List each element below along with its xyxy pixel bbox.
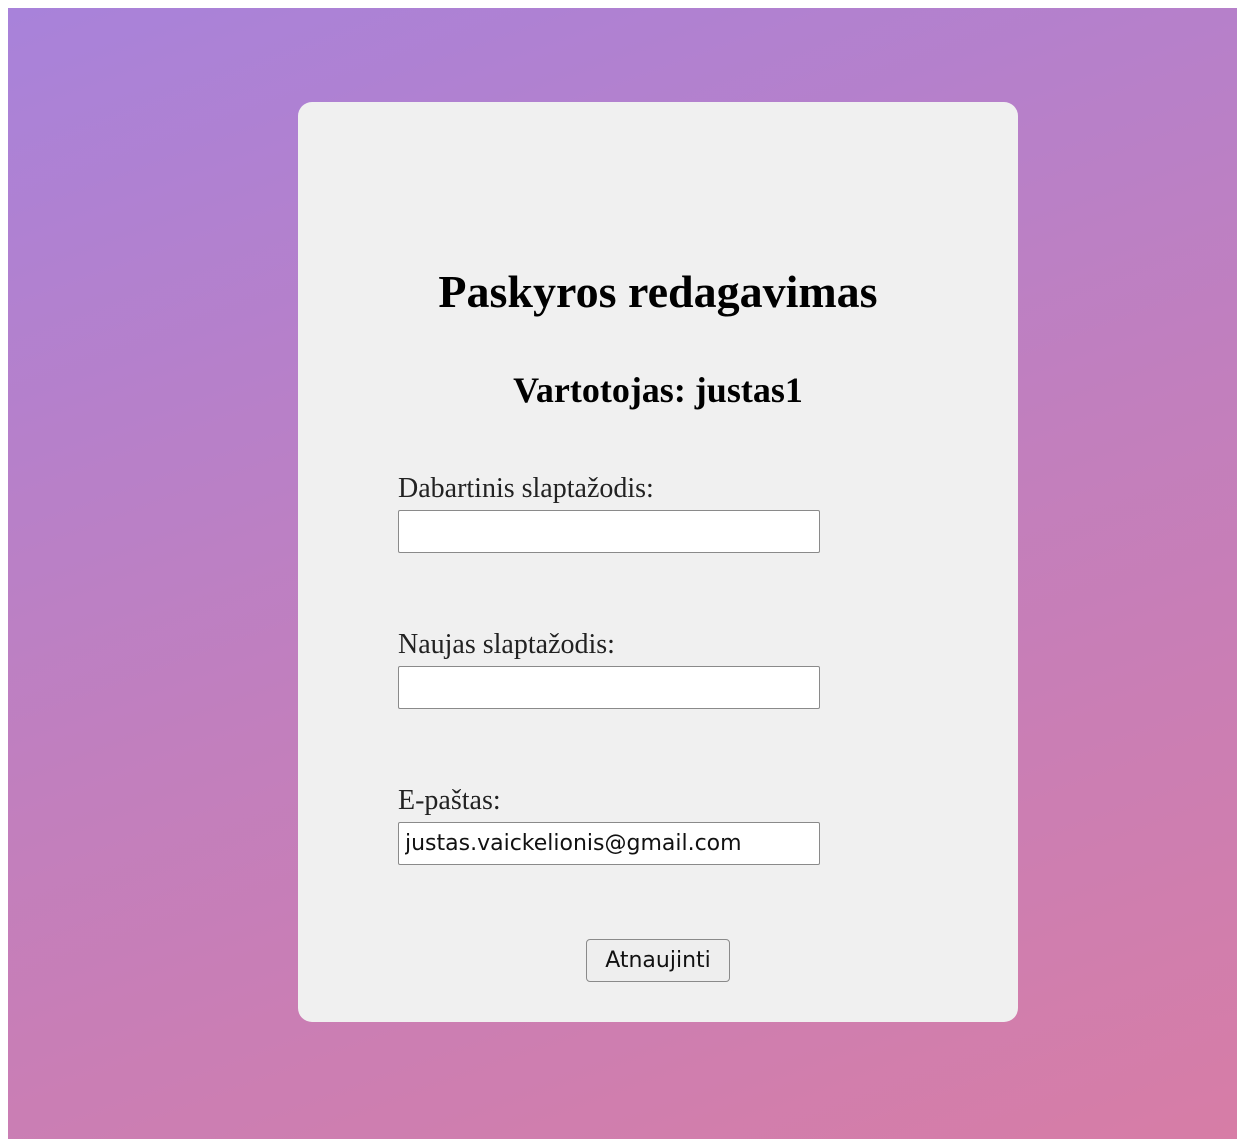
current-password-field[interactable] — [398, 510, 820, 553]
email-field[interactable] — [398, 822, 820, 865]
username-heading: Vartotojas: justas1 — [513, 370, 803, 410]
email-label: E-paštas: — [398, 785, 501, 816]
current-password-label: Dabartinis slaptažodis: — [398, 473, 654, 504]
new-password-field[interactable] — [398, 666, 820, 709]
update-button[interactable]: Atnaujinti — [586, 939, 730, 982]
new-password-label: Naujas slaptažodis: — [398, 629, 615, 660]
page-title: Paskyros redagavimas — [438, 266, 878, 317]
edit-account-card — [298, 102, 1018, 1022]
